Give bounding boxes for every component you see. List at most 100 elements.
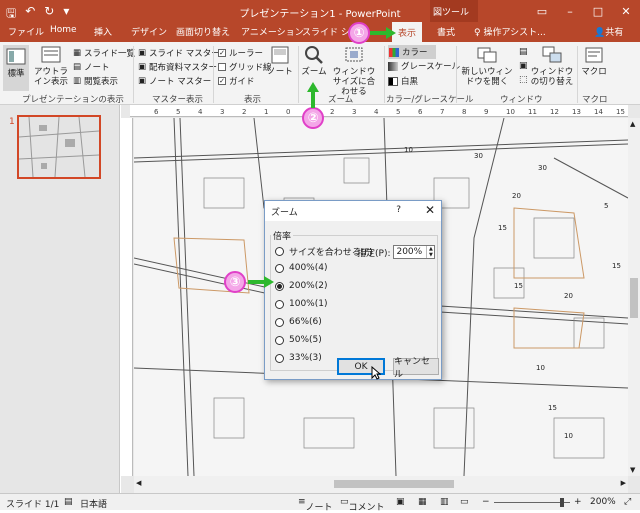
arrange-all-icon[interactable]: ▤ [519,47,528,57]
cancel-button[interactable]: キャンセル [393,357,439,380]
sorter-view-status-icon[interactable]: ▦ [418,497,427,507]
zoom-button[interactable]: ズーム [301,45,327,77]
ruler-number: 14 [594,108,603,116]
vertical-scroll-thumb[interactable] [630,278,638,318]
notes-page-button[interactable]: ▤ ノート [73,61,110,73]
tab-design[interactable]: デザイン [131,25,167,38]
ruler-number: 12 [550,108,559,116]
switch-window-icon [542,46,562,63]
fit-slide-icon[interactable]: ⤢ [624,497,631,507]
vertical-scrollbar[interactable]: ▲ ▼ [628,118,640,476]
slide-number: 1 [9,117,15,127]
ruler-number: 2 [330,108,334,116]
group-label-zoom: ズーム [328,95,354,105]
handout-master-button[interactable]: ▣ 配布資料マスター [138,61,217,73]
minimize-icon[interactable]: – [556,0,584,22]
color-button[interactable]: カラー [388,45,436,59]
zoom-slider-track[interactable] [494,502,570,503]
notes-toggle[interactable]: ≡ ノート [298,497,333,513]
zoom-in-icon[interactable]: + [574,497,582,507]
radio-66[interactable]: 66%(6) [275,317,322,327]
title-bar: 🖫 ↶ ↻ ▾ プレゼンテーション1 - PowerPoint 図ツール ▭ –… [0,0,640,22]
slide-counter: スライド 1/1 [6,500,60,510]
tab-file[interactable]: ファイル [8,25,44,38]
spellcheck-icon[interactable]: ▤ [64,497,73,507]
handout-master-icon: ▣ [138,62,147,72]
ruler-label: ルーラー [229,49,264,59]
dialog-close-button[interactable]: ✕ [425,203,435,217]
scroll-up-icon[interactable]: ▲ [630,120,635,128]
fit-to-window-button[interactable]: ウィンドウ サイズに合わせる [329,45,379,97]
ruler-number: 3 [352,108,356,116]
grayscale-button[interactable]: グレースケール [388,60,460,72]
radio-50[interactable]: 50%(5) [275,335,322,345]
radio-400-dot[interactable] [275,263,284,273]
radio-50-dot[interactable] [275,335,284,345]
tab-home[interactable]: Home [50,25,77,35]
ruler-number: 5 [176,108,180,116]
radio-400[interactable]: 400%(4) [275,263,327,273]
zoom-out-icon[interactable]: − [482,497,490,507]
horizontal-scroll-thumb[interactable] [334,480,454,488]
radio-33-dot[interactable] [275,353,284,363]
tab-animations[interactable]: アニメーション [241,25,304,38]
tab-transitions[interactable]: 画面切り替え [176,25,230,38]
radio-fit-dot[interactable] [275,247,284,256]
grayscale-label: グレースケール [401,62,461,72]
close-icon[interactable]: ✕ [612,0,640,22]
custom-zoom-input[interactable]: 200% ▲ ▼ [393,245,436,259]
scroll-right-icon[interactable]: ▶ [621,479,626,487]
radio-100-dot[interactable] [275,299,284,309]
ruler-number: 11 [528,108,537,116]
slideshow-status-icon[interactable]: ▭ [460,497,469,507]
normal-view-button[interactable]: 標準 [3,45,29,91]
bw-button[interactable]: 白黒 [388,75,418,87]
tell-me[interactable]: ♀ 操作アシスト... [474,25,546,38]
zoom-slider-thumb[interactable] [560,498,564,507]
new-window-icon [477,47,497,63]
radio-66-dot[interactable] [275,317,284,327]
maximize-icon[interactable]: □ [584,0,612,22]
mouse-cursor-icon [371,366,381,380]
help-button[interactable]: ? [396,205,401,215]
scroll-left-icon[interactable]: ◀ [136,479,141,487]
outline-view-button[interactable]: アウトライン表示 [31,45,71,87]
notes-master-button[interactable]: ▣ ノート マスター [138,75,211,87]
spinner-icon[interactable]: ▲ ▼ [426,246,434,258]
guides-checkbox[interactable]: ✓ ガイド [218,75,255,87]
bw-label: 白黒 [401,77,419,87]
zoom-level[interactable]: 200% [590,497,616,507]
move-split-icon[interactable]: ⬚ [519,75,528,85]
tab-format[interactable]: 書式 [437,25,455,38]
normal-view-status-icon[interactable]: ▣ [396,497,405,507]
radio-200-dot[interactable] [275,281,284,291]
slide-sorter-button[interactable]: ▦ スライド一覧 [73,47,135,59]
switch-window-button[interactable]: ウィンドウの切り替え [530,45,574,87]
tab-view[interactable]: 表示 [392,22,423,42]
radio-100[interactable]: 100%(1) [275,299,327,309]
reading-view-status-icon[interactable]: ▥ [440,497,449,507]
group-label-show: 表示 [244,95,262,105]
status-bar: スライド 1/1 ▤ 日本語 ≡ ノート ▭ コメント ▣ ▦ ▥ ▭ − + … [0,493,640,513]
horizontal-scrollbar[interactable]: ◀ ▶ [134,476,628,493]
map-label: 30 [474,152,483,160]
reading-view-button[interactable]: ▥ 閲覧表示 [73,75,118,87]
gridlines-checkbox[interactable]: グリッド線 [218,61,272,73]
ruler-checkbox[interactable]: ✓ ルーラー [218,47,263,59]
slide-master-label: スライド マスター [149,49,220,59]
ribbon-options-icon[interactable]: ▭ [528,0,556,22]
new-window-button[interactable]: 新しいウィンドウを開く [459,45,515,87]
macro-button[interactable]: マクロ [580,45,608,77]
group-label-color: カラー/グレースケール [386,95,474,105]
radio-200[interactable]: 200%(2) [275,281,327,291]
notes-button[interactable]: ノート [266,45,294,77]
tab-insert[interactable]: 挿入 [94,25,112,38]
slide-master-button[interactable]: ▣ スライド マスター [138,47,220,59]
language-indicator[interactable]: 日本語 [80,497,107,510]
scroll-down-icon[interactable]: ▼ [630,466,635,474]
cascade-icon[interactable]: ▣ [519,61,528,71]
slide-thumbnail[interactable] [17,115,101,179]
share-button[interactable]: 👤共有 [594,25,623,38]
comments-toggle[interactable]: ▭ コメント [340,497,385,513]
radio-33[interactable]: 33%(3) [275,353,322,363]
